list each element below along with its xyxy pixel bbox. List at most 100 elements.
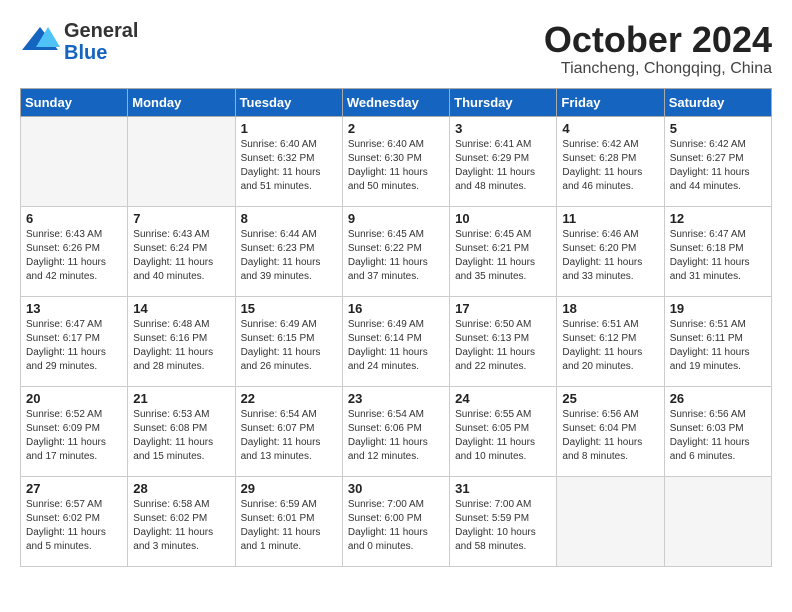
day-info: Sunrise: 6:51 AMSunset: 6:11 PMDaylight:… [670, 318, 766, 374]
day-info: Sunrise: 6:56 AMSunset: 6:03 PMDaylight:… [670, 408, 766, 464]
day-info: Sunrise: 6:56 AMSunset: 6:04 PMDaylight:… [562, 408, 658, 464]
day-number: 24 [455, 391, 551, 406]
calendar-cell: 4 Sunrise: 6:42 AMSunset: 6:28 PMDaylight… [557, 116, 664, 206]
calendar-cell: 17 Sunrise: 6:50 AMSunset: 6:13 PMDayligh… [450, 296, 557, 386]
day-number: 6 [26, 211, 122, 226]
calendar-cell: 23 Sunrise: 6:54 AMSunset: 6:06 PMDayligh… [342, 386, 449, 476]
day-number: 11 [562, 211, 658, 226]
day-number: 22 [241, 391, 337, 406]
day-number: 19 [670, 301, 766, 316]
calendar-cell: 9Sunrise: 6:45 AMSunset: 6:22 PMDaylight… [342, 206, 449, 296]
page-header: General Blue October 2024 Tiancheng, Cho… [20, 20, 772, 78]
location: Tiancheng, Chongqing, China [544, 60, 772, 78]
calendar-cell [128, 116, 235, 206]
calendar-cell: 16Sunrise: 6:49 AMSunset: 6:14 PMDayligh… [342, 296, 449, 386]
header-day-tuesday: Tuesday [235, 88, 342, 116]
calendar-cell: 24 Sunrise: 6:55 AMSunset: 6:05 PMDayligh… [450, 386, 557, 476]
week-row-1: 6Sunrise: 6:43 AMSunset: 6:26 PMDaylight… [21, 206, 772, 296]
day-number: 18 [562, 301, 658, 316]
day-info: Sunrise: 6:44 AMSunset: 6:23 PMDaylight:… [241, 228, 337, 284]
calendar-cell: 27Sunrise: 6:57 AMSunset: 6:02 PMDayligh… [21, 476, 128, 566]
calendar-cell: 25 Sunrise: 6:56 AMSunset: 6:04 PMDayligh… [557, 386, 664, 476]
day-info: Sunrise: 6:42 AMSunset: 6:27 PMDaylight:… [670, 138, 766, 194]
calendar-cell: 18 Sunrise: 6:51 AMSunset: 6:12 PMDayligh… [557, 296, 664, 386]
day-info: Sunrise: 6:46 AMSunset: 6:20 PMDaylight:… [562, 228, 658, 284]
calendar-cell: 21 Sunrise: 6:53 AMSunset: 6:08 PMDayligh… [128, 386, 235, 476]
day-number: 31 [455, 481, 551, 496]
day-info: Sunrise: 6:50 AMSunset: 6:13 PMDaylight:… [455, 318, 551, 374]
calendar-cell: 3 Sunrise: 6:41 AMSunset: 6:29 PMDaylight… [450, 116, 557, 206]
day-info: Sunrise: 6:40 AMSunset: 6:32 PMDaylight:… [241, 138, 337, 194]
day-info: Sunrise: 6:41 AMSunset: 6:29 PMDaylight:… [455, 138, 551, 194]
calendar-cell: 15 Sunrise: 6:49 AMSunset: 6:15 PMDayligh… [235, 296, 342, 386]
day-info: Sunrise: 7:00 AMSunset: 5:59 PMDaylight:… [455, 498, 551, 554]
day-info: Sunrise: 6:52 AMSunset: 6:09 PMDaylight:… [26, 408, 122, 464]
day-number: 21 [133, 391, 229, 406]
day-number: 8 [241, 211, 337, 226]
day-number: 5 [670, 121, 766, 136]
calendar-cell: 2Sunrise: 6:40 AMSunset: 6:30 PMDaylight… [342, 116, 449, 206]
day-info: Sunrise: 6:49 AMSunset: 6:14 PMDaylight:… [348, 318, 444, 374]
day-info: Sunrise: 6:42 AMSunset: 6:28 PMDaylight:… [562, 138, 658, 194]
day-number: 30 [348, 481, 444, 496]
header-day-thursday: Thursday [450, 88, 557, 116]
day-number: 26 [670, 391, 766, 406]
day-number: 9 [348, 211, 444, 226]
calendar-cell: 22Sunrise: 6:54 AMSunset: 6:07 PMDayligh… [235, 386, 342, 476]
header-day-sunday: Sunday [21, 88, 128, 116]
calendar-cell: 31 Sunrise: 7:00 AMSunset: 5:59 PMDayligh… [450, 476, 557, 566]
logo-text-block: General Blue [64, 20, 138, 64]
week-row-0: 1 Sunrise: 6:40 AMSunset: 6:32 PMDaylight… [21, 116, 772, 206]
calendar-cell: 30Sunrise: 7:00 AMSunset: 6:00 PMDayligh… [342, 476, 449, 566]
day-info: Sunrise: 6:45 AMSunset: 6:21 PMDaylight:… [455, 228, 551, 284]
calendar-cell: 19 Sunrise: 6:51 AMSunset: 6:11 PMDayligh… [664, 296, 771, 386]
calendar-cell: 12Sunrise: 6:47 AMSunset: 6:18 PMDayligh… [664, 206, 771, 296]
calendar-cell [664, 476, 771, 566]
calendar-cell: 29Sunrise: 6:59 AMSunset: 6:01 PMDayligh… [235, 476, 342, 566]
calendar-cell: 26 Sunrise: 6:56 AMSunset: 6:03 PMDayligh… [664, 386, 771, 476]
week-row-2: 13Sunrise: 6:47 AMSunset: 6:17 PMDayligh… [21, 296, 772, 386]
calendar-cell: 11 Sunrise: 6:46 AMSunset: 6:20 PMDayligh… [557, 206, 664, 296]
calendar-cell: 7 Sunrise: 6:43 AMSunset: 6:24 PMDaylight… [128, 206, 235, 296]
day-number: 10 [455, 211, 551, 226]
day-number: 12 [670, 211, 766, 226]
day-number: 17 [455, 301, 551, 316]
header-day-saturday: Saturday [664, 88, 771, 116]
day-number: 3 [455, 121, 551, 136]
day-info: Sunrise: 6:43 AMSunset: 6:24 PMDaylight:… [133, 228, 229, 284]
day-number: 15 [241, 301, 337, 316]
header-row: SundayMondayTuesdayWednesdayThursdayFrid… [21, 88, 772, 116]
day-number: 20 [26, 391, 122, 406]
day-number: 29 [241, 481, 337, 496]
day-number: 23 [348, 391, 444, 406]
day-info: Sunrise: 6:51 AMSunset: 6:12 PMDaylight:… [562, 318, 658, 374]
calendar-cell: 5 Sunrise: 6:42 AMSunset: 6:27 PMDaylight… [664, 116, 771, 206]
week-row-3: 20 Sunrise: 6:52 AMSunset: 6:09 PMDayligh… [21, 386, 772, 476]
week-row-4: 27Sunrise: 6:57 AMSunset: 6:02 PMDayligh… [21, 476, 772, 566]
calendar-body: 1 Sunrise: 6:40 AMSunset: 6:32 PMDaylight… [21, 116, 772, 566]
day-number: 25 [562, 391, 658, 406]
header-day-monday: Monday [128, 88, 235, 116]
calendar-cell [21, 116, 128, 206]
day-info: Sunrise: 6:49 AMSunset: 6:15 PMDaylight:… [241, 318, 337, 374]
calendar-cell: 14Sunrise: 6:48 AMSunset: 6:16 PMDayligh… [128, 296, 235, 386]
day-number: 4 [562, 121, 658, 136]
day-number: 28 [133, 481, 229, 496]
calendar-header: SundayMondayTuesdayWednesdayThursdayFrid… [21, 88, 772, 116]
header-day-wednesday: Wednesday [342, 88, 449, 116]
calendar-cell: 13Sunrise: 6:47 AMSunset: 6:17 PMDayligh… [21, 296, 128, 386]
day-number: 13 [26, 301, 122, 316]
logo-general: General [64, 20, 138, 42]
day-info: Sunrise: 6:54 AMSunset: 6:06 PMDaylight:… [348, 408, 444, 464]
month-title: October 2024 [544, 20, 772, 60]
day-number: 2 [348, 121, 444, 136]
calendar-cell: 6Sunrise: 6:43 AMSunset: 6:26 PMDaylight… [21, 206, 128, 296]
day-number: 7 [133, 211, 229, 226]
day-number: 1 [241, 121, 337, 136]
day-info: Sunrise: 6:55 AMSunset: 6:05 PMDaylight:… [455, 408, 551, 464]
calendar-cell: 8 Sunrise: 6:44 AMSunset: 6:23 PMDaylight… [235, 206, 342, 296]
title-block: October 2024 Tiancheng, Chongqing, China [544, 20, 772, 78]
day-info: Sunrise: 6:58 AMSunset: 6:02 PMDaylight:… [133, 498, 229, 554]
logo-icon [20, 22, 60, 62]
day-info: Sunrise: 6:53 AMSunset: 6:08 PMDaylight:… [133, 408, 229, 464]
